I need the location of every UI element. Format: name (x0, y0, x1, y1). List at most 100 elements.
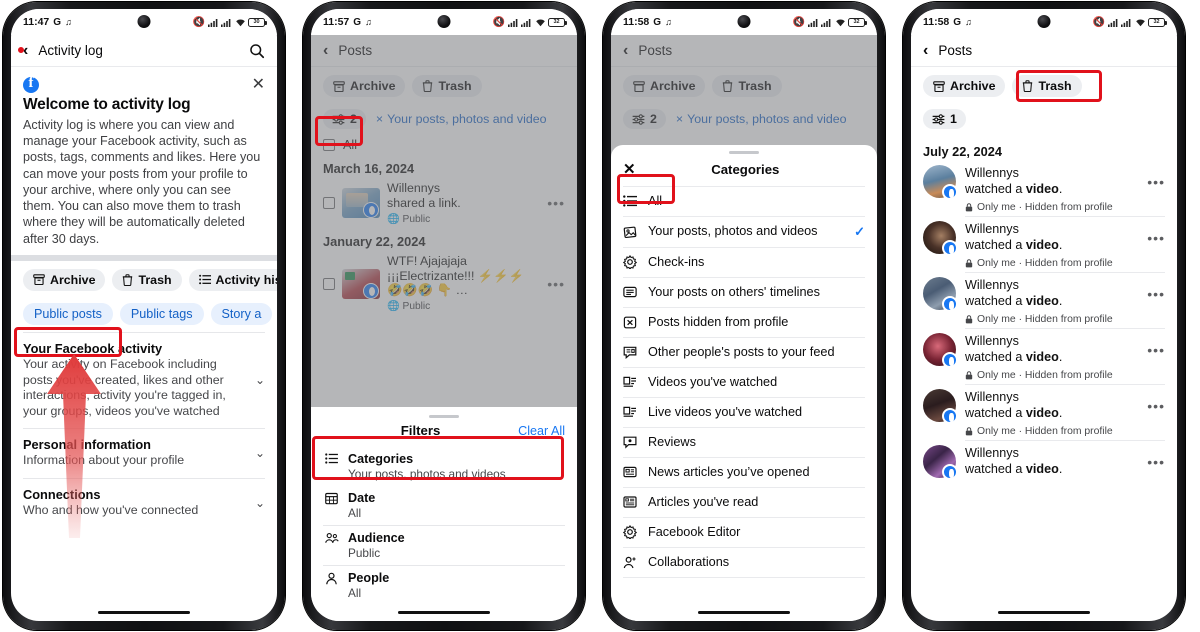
activity-row[interactable]: Willennys watched a video. ••• (911, 273, 1177, 312)
status-time: 11:57 (323, 16, 350, 28)
clear-all-button[interactable]: Clear All (518, 424, 565, 438)
accordion-item-connections[interactable]: Connections Who and how you've connected… (23, 479, 265, 528)
close-icon[interactable]: ✕ (252, 77, 265, 93)
status-left: 11:58 G ♫ (623, 16, 672, 28)
activity-row[interactable]: Willennys watched a video. ••• (911, 161, 1177, 200)
activity-action: watched a (965, 461, 1023, 476)
home-indicator (698, 610, 790, 614)
chip-archive[interactable]: Archive (23, 268, 106, 291)
filter-row-date[interactable]: Date All (311, 486, 577, 525)
status-left: 11:57 G ♫ (323, 16, 372, 28)
chevron-down-icon[interactable]: ⌄ (255, 373, 265, 387)
google-icon: G (53, 16, 62, 28)
back-button[interactable]: ‹ (923, 42, 928, 59)
category-item-posts-hidden-from-profile[interactable]: Posts hidden from profile (611, 308, 877, 337)
search-icon[interactable] (249, 43, 265, 59)
category-item-facebook-editor[interactable]: Facebook Editor (611, 518, 877, 547)
chip-activity-history[interactable]: Activity his (188, 268, 277, 291)
category-label: Live videos you've watched (648, 404, 803, 419)
categories-bottom-sheet: ✕ Categories All Your posts, photos and … (611, 145, 877, 621)
category-item-reviews[interactable]: Reviews (611, 428, 877, 457)
activity-suffix: . (1058, 349, 1063, 364)
phone-4-screen: 11:58 G ♫ 🔇 32 ‹ Posts Archive Trash 1 J… (911, 9, 1177, 621)
check-icon: ✓ (854, 223, 865, 239)
home-indicator (398, 610, 490, 614)
front-camera (137, 15, 151, 28)
activity-author: Willennys (965, 222, 1019, 237)
activity-text: Willennys watched a video. (965, 222, 1138, 253)
category-item-your-posts-photos-videos[interactable]: Your posts, photos and videos ✓ (611, 217, 877, 247)
chip-trash[interactable]: Trash (1012, 75, 1082, 97)
accordion-item-facebook-activity[interactable]: Your Facebook activity Your activity on … (23, 333, 265, 429)
activity-action: watched a (965, 293, 1023, 308)
activity-row[interactable]: Willennys watched a video. ••• (911, 385, 1177, 424)
gear-icon (623, 525, 637, 540)
category-item-all[interactable]: All (611, 187, 877, 216)
chip-story-archive[interactable]: Story a (210, 302, 273, 325)
category-item-news-articles-opened[interactable]: News articles you’ve opened (611, 458, 877, 487)
activity-more-button[interactable]: ••• (1147, 342, 1165, 358)
filter-title: People (348, 571, 390, 585)
activity-object: video (1025, 293, 1059, 308)
activity-object: video (1025, 349, 1059, 364)
person-add-icon (623, 556, 637, 569)
accordion-text: Connections Who and how you've connected (23, 487, 247, 519)
activity-object: video (1025, 461, 1059, 476)
back-button[interactable]: ‹ (23, 42, 28, 59)
category-item-other-peoples-posts[interactable]: Other people's posts to your feed (611, 338, 877, 367)
activity-more-button[interactable]: ••• (1147, 286, 1165, 302)
category-item-collaborations[interactable]: Collaborations (611, 548, 877, 577)
activity-more-button[interactable]: ••• (1147, 174, 1165, 190)
filter-count: 1 (950, 112, 957, 126)
photo-icon (623, 225, 637, 239)
filter-row-audience[interactable]: Audience Public (311, 526, 577, 565)
battery-icon: 32 (1148, 17, 1167, 27)
filter-row-people[interactable]: People All (311, 566, 577, 605)
chip-archive[interactable]: Archive (923, 75, 1006, 97)
accordion-item-personal-information[interactable]: Personal information Information about y… (23, 429, 265, 478)
activity-more-button[interactable]: ••• (1147, 454, 1165, 470)
filter-sub: All (348, 506, 362, 520)
category-item-live-videos-watched[interactable]: Live videos you've watched (611, 398, 877, 427)
activity-row[interactable]: Willennys watched a video. ••• (911, 441, 1177, 480)
chip-public-tags-label: Public tags (130, 306, 193, 321)
chip-public-posts[interactable]: Public posts (23, 302, 113, 325)
chip-trash[interactable]: Trash (112, 268, 182, 291)
welcome-heading: Welcome to activity log (23, 96, 191, 113)
timeline-icon (623, 286, 637, 298)
activity-more-button[interactable]: ••• (1147, 230, 1165, 246)
category-item-videos-watched[interactable]: Videos you've watched (611, 368, 877, 397)
activity-object: video (1025, 181, 1059, 196)
signal-2-icon (821, 18, 832, 27)
chip-trash-label: Trash (1038, 79, 1072, 93)
avatar (923, 389, 958, 424)
activity-row[interactable]: Willennys watched a video. ••• (911, 329, 1177, 368)
avatar (923, 445, 958, 480)
filter-row-categories[interactable]: Categories Your posts, photos and videos (311, 445, 577, 486)
activity-row[interactable]: Willennys watched a video. ••• (911, 217, 1177, 256)
modal-scrim[interactable] (311, 35, 577, 407)
chevron-down-icon[interactable]: ⌄ (255, 446, 265, 460)
accordion-title: Personal information (23, 437, 151, 453)
accordion-title: Connections (23, 487, 101, 502)
facebook-badge-icon (942, 408, 958, 424)
date-header: July 22, 2024 (923, 144, 1002, 159)
chip-public-tags[interactable]: Public tags (119, 302, 204, 325)
status-left: 11:47 G ♫ (23, 16, 72, 28)
filter-chip-row: Public posts Public tags Story a (11, 299, 277, 332)
welcome-body: Activity log is where you can view and m… (23, 118, 261, 246)
activity-text: Willennys watched a video. (965, 390, 1138, 421)
activity-object: video (1025, 237, 1059, 252)
activity-more-button[interactable]: ••• (1147, 398, 1165, 414)
page-title: Posts (938, 43, 973, 58)
chevron-down-icon[interactable]: ⌄ (255, 496, 265, 510)
facebook-logo-icon (23, 75, 39, 93)
category-item-check-ins[interactable]: Check-ins (611, 248, 877, 277)
facebook-badge-icon (942, 240, 958, 256)
filter-count-chip[interactable]: 1 (923, 109, 966, 129)
category-item-posts-on-others-timelines[interactable]: Your posts on others' timelines (611, 278, 877, 307)
category-item-articles-read[interactable]: Articles you've read (611, 488, 877, 517)
activity-author: Willennys (965, 278, 1019, 293)
signal-1-icon (1107, 18, 1119, 27)
article-icon (623, 496, 637, 508)
